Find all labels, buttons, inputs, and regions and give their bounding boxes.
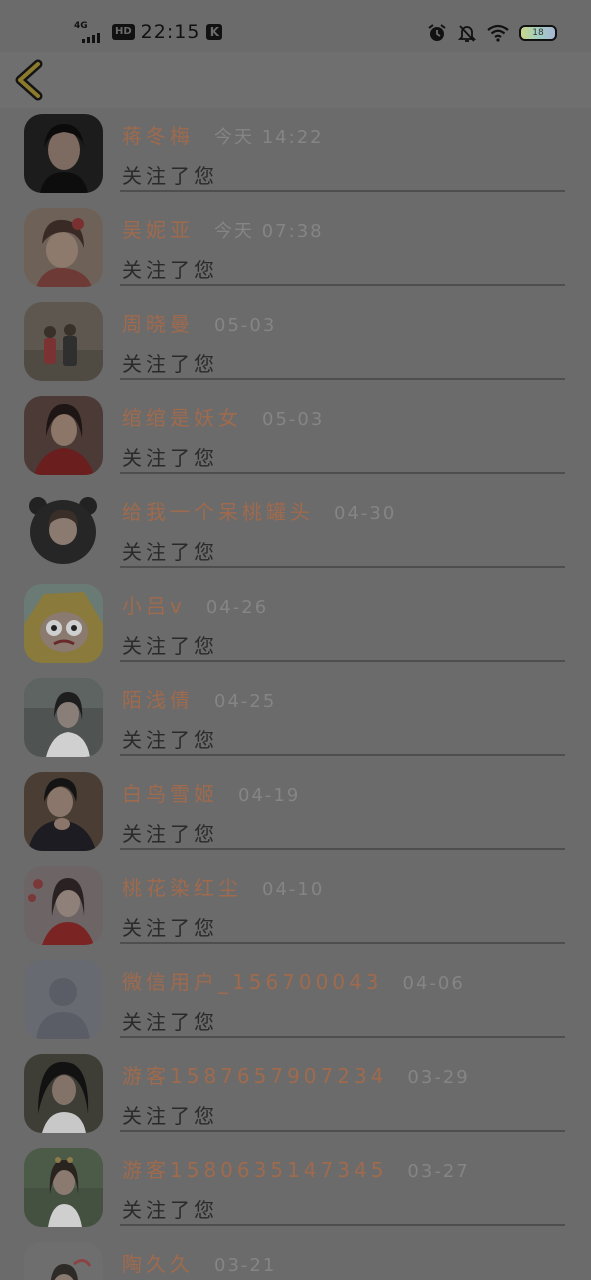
divider bbox=[120, 472, 565, 474]
user-name[interactable]: 吴妮亚 bbox=[122, 214, 194, 243]
list-item[interactable]: 给我一个呆桃罐头 04-30 关注了您 bbox=[0, 484, 591, 578]
follow-time: 03-29 bbox=[407, 1067, 470, 1088]
follow-time: 今天 14:22 bbox=[214, 127, 324, 148]
follow-time: 05-03 bbox=[262, 409, 325, 430]
hd-badge: HD bbox=[112, 24, 135, 40]
follow-message: 关注了您 bbox=[122, 540, 218, 564]
user-name[interactable]: 给我一个呆桃罐头 bbox=[122, 496, 314, 525]
follow-message: 关注了您 bbox=[122, 1010, 218, 1034]
divider bbox=[120, 1130, 565, 1132]
battery-icon: 18 bbox=[519, 25, 557, 41]
network-type: 4G bbox=[74, 21, 88, 31]
avatar[interactable] bbox=[24, 1054, 103, 1133]
follow-message: 关注了您 bbox=[122, 728, 218, 752]
follow-time: 04-26 bbox=[205, 597, 269, 618]
list-item[interactable]: 陌浅倩 04-25 关注了您 bbox=[0, 672, 591, 766]
follow-message: 关注了您 bbox=[122, 822, 218, 846]
follow-time: 04-30 bbox=[334, 503, 397, 524]
divider bbox=[120, 848, 565, 850]
follow-time: 05-03 bbox=[214, 315, 277, 336]
avatar[interactable] bbox=[24, 396, 103, 475]
follow-time: 今天 07:38 bbox=[214, 221, 324, 242]
follow-time: 04-06 bbox=[402, 973, 465, 994]
follow-message: 关注了您 bbox=[122, 352, 218, 376]
top-nav-bar bbox=[0, 52, 591, 108]
user-name[interactable]: 小吕v bbox=[122, 590, 186, 619]
avatar[interactable] bbox=[24, 490, 103, 569]
divider bbox=[120, 190, 565, 192]
avatar[interactable] bbox=[24, 772, 103, 851]
list-item[interactable]: 陶久久 03-21 bbox=[0, 1236, 591, 1280]
follow-time: 03-27 bbox=[407, 1161, 470, 1182]
avatar[interactable] bbox=[24, 678, 103, 757]
follow-time: 04-25 bbox=[214, 691, 277, 712]
list-item[interactable]: 蒋冬梅 今天 14:22 关注了您 bbox=[0, 108, 591, 202]
follow-message: 关注了您 bbox=[122, 916, 218, 940]
follow-message: 关注了您 bbox=[122, 1198, 218, 1222]
divider bbox=[120, 942, 565, 944]
follow-time: 04-10 bbox=[262, 879, 325, 900]
list-item[interactable]: 吴妮亚 今天 07:38 关注了您 bbox=[0, 202, 591, 296]
user-name[interactable]: 桃花染红尘 bbox=[122, 872, 242, 901]
avatar[interactable] bbox=[24, 1148, 103, 1227]
status-bar: 4G HD 22:15 K 18 bbox=[0, 0, 591, 52]
list-item[interactable]: 白鸟雪姬 04-19 关注了您 bbox=[0, 766, 591, 860]
signal-icon: 4G bbox=[74, 21, 106, 43]
follow-message: 关注了您 bbox=[122, 258, 218, 282]
divider bbox=[120, 754, 565, 756]
user-name[interactable]: 陌浅倩 bbox=[122, 684, 194, 713]
user-name[interactable]: 绾绾是妖女 bbox=[122, 402, 242, 431]
user-name[interactable]: 微信用户_156700043 bbox=[122, 966, 383, 995]
avatar[interactable] bbox=[24, 302, 103, 381]
avatar[interactable] bbox=[24, 208, 103, 287]
list-item[interactable]: 桃花染红尘 04-10 关注了您 bbox=[0, 860, 591, 954]
user-name[interactable]: 游客15806351473​45 bbox=[122, 1154, 387, 1183]
divider bbox=[120, 1224, 565, 1226]
k-app-icon: K bbox=[206, 24, 223, 40]
divider bbox=[120, 378, 565, 380]
user-name[interactable]: 周晓曼 bbox=[122, 308, 194, 337]
list-item[interactable]: 绾绾是妖女 05-03 关注了您 bbox=[0, 390, 591, 484]
avatar[interactable] bbox=[24, 1242, 103, 1280]
avatar[interactable] bbox=[24, 866, 103, 945]
user-name[interactable]: 蒋冬梅 bbox=[122, 120, 194, 149]
status-time: 22:15 bbox=[140, 21, 201, 43]
back-button[interactable] bbox=[12, 58, 52, 102]
list-item[interactable]: 游客15806351473​45 03-27 关注了您 bbox=[0, 1142, 591, 1236]
list-item[interactable]: 游客15876579072​34 03-29 关注了您 bbox=[0, 1048, 591, 1142]
avatar[interactable] bbox=[24, 960, 103, 1039]
divider bbox=[120, 566, 565, 568]
chevron-left-icon bbox=[15, 59, 43, 101]
follow-message: 关注了您 bbox=[122, 164, 218, 188]
list-item[interactable]: 小吕v 04-26 关注了您 bbox=[0, 578, 591, 672]
follow-message: 关注了您 bbox=[122, 1104, 218, 1128]
follow-message: 关注了您 bbox=[122, 634, 218, 658]
divider bbox=[120, 660, 565, 662]
follow-time: 03-21 bbox=[214, 1255, 277, 1276]
user-name[interactable]: 白鸟雪姬 bbox=[122, 778, 218, 807]
user-name[interactable]: 游客15876579072​34 bbox=[122, 1060, 387, 1089]
user-name[interactable]: 陶久久 bbox=[122, 1248, 194, 1277]
divider bbox=[120, 284, 565, 286]
list-item[interactable]: 周晓曼 05-03 关注了您 bbox=[0, 296, 591, 390]
follow-message: 关注了您 bbox=[122, 446, 218, 470]
avatar[interactable] bbox=[24, 584, 103, 663]
follow-time: 04-19 bbox=[238, 785, 301, 806]
mute-bell-icon bbox=[457, 25, 477, 42]
battery-level: 18 bbox=[532, 28, 544, 38]
wifi-icon bbox=[487, 24, 509, 42]
list-item[interactable]: 微信用户_156700043 04-06 关注了您 bbox=[0, 954, 591, 1048]
divider bbox=[120, 1036, 565, 1038]
alarm-icon bbox=[428, 24, 446, 41]
avatar[interactable] bbox=[24, 114, 103, 193]
